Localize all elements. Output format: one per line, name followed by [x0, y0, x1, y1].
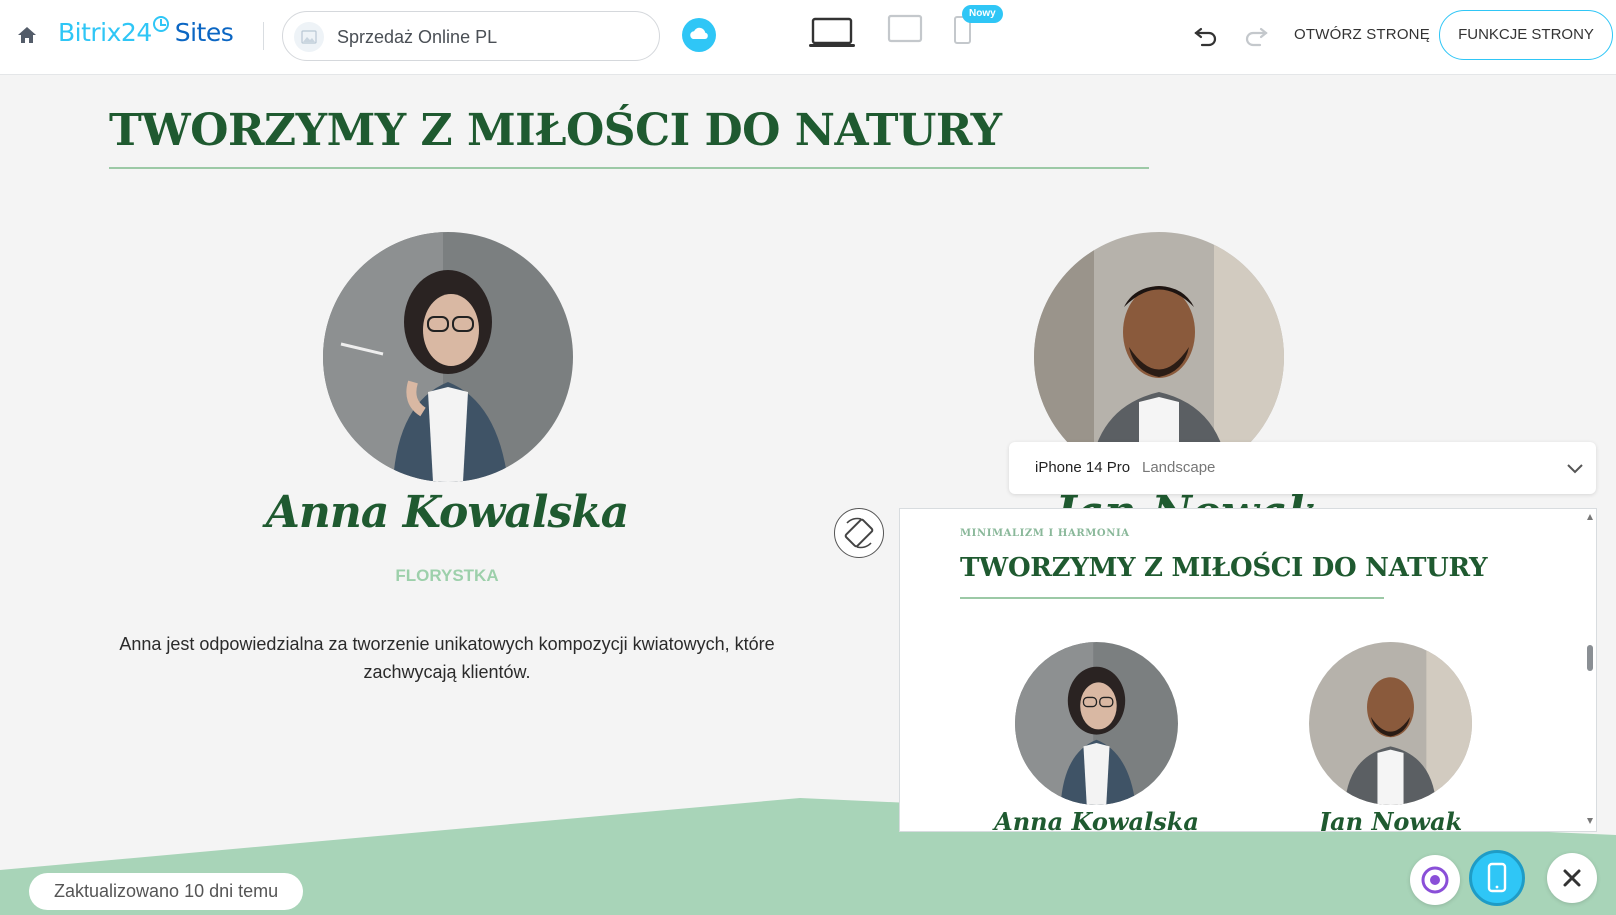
redo-icon[interactable] — [1243, 22, 1269, 48]
close-icon[interactable] — [1547, 853, 1597, 903]
ai-assistant-icon[interactable] — [1410, 855, 1460, 905]
cloud-icon[interactable] — [682, 18, 716, 52]
clock-icon — [152, 16, 169, 32]
logo-brand: Bitrix24 — [58, 18, 152, 47]
preview-avatar-anna — [1015, 642, 1178, 805]
top-bar: Bitrix24 Sites Sprzedaż Online PL Nowy OT… — [0, 0, 1616, 75]
title-underline — [109, 167, 1149, 169]
preview-name-jan: Jan Nowak — [1318, 807, 1463, 832]
site-name: Sprzedaż Online PL — [337, 27, 498, 47]
home-icon[interactable] — [16, 24, 38, 46]
device-selector[interactable]: iPhone 14 Pro Landscape — [1009, 442, 1596, 494]
preview-title: TWORZYMY Z MIŁOŚCI DO NATURY — [960, 553, 1488, 583]
site-thumbnail-icon — [294, 22, 324, 52]
preview-avatar-jan — [1309, 642, 1472, 805]
bitrix-logo[interactable]: Bitrix24 Sites — [58, 16, 234, 47]
preview-eyebrow: MINIMALIZM I HARMONIA — [960, 528, 1130, 539]
site-selector[interactable]: Sprzedaż Online PL — [282, 11, 660, 61]
tablet-icon[interactable] — [887, 14, 923, 44]
member-role-anna: FLORYSTKA — [395, 566, 499, 585]
scrollbar-thumb[interactable] — [1587, 645, 1593, 671]
page-title: TWORZYMY Z MIŁOŚCI DO NATURY — [109, 105, 1002, 156]
preview-title-underline — [960, 597, 1384, 599]
divider — [263, 22, 264, 50]
preview-name-anna: Anna Kowalska — [994, 807, 1199, 832]
logo-product: Sites — [174, 18, 234, 47]
rotate-icon[interactable] — [834, 508, 884, 558]
member-description-anna: Anna jest odpowiedzialna za tworzenie un… — [119, 634, 775, 682]
open-page-button[interactable]: OTWÓRZ STRONĘ — [1294, 26, 1430, 43]
new-badge: Nowy — [962, 5, 1003, 23]
member-name-anna: Anna Kowalska — [265, 487, 629, 538]
mobile-preview-toggle-icon[interactable] — [1469, 850, 1525, 906]
device-name: iPhone 14 Pro — [1035, 459, 1131, 476]
undo-icon[interactable] — [1193, 22, 1219, 48]
mobile-preview[interactable]: MINIMALIZM I HARMONIA TWORZYMY Z MIŁOŚCI… — [899, 508, 1597, 832]
preview-scrollbar[interactable] — [1585, 510, 1595, 828]
page-functions-button[interactable]: FUNKCJE STRONY — [1439, 10, 1613, 60]
desktop-icon[interactable] — [808, 16, 856, 50]
device-orientation: Landscape — [1142, 459, 1216, 476]
avatar-anna — [323, 232, 573, 482]
chevron-down-icon[interactable] — [1565, 458, 1585, 478]
updated-status: Zaktualizowano 10 dni temu — [29, 873, 304, 910]
